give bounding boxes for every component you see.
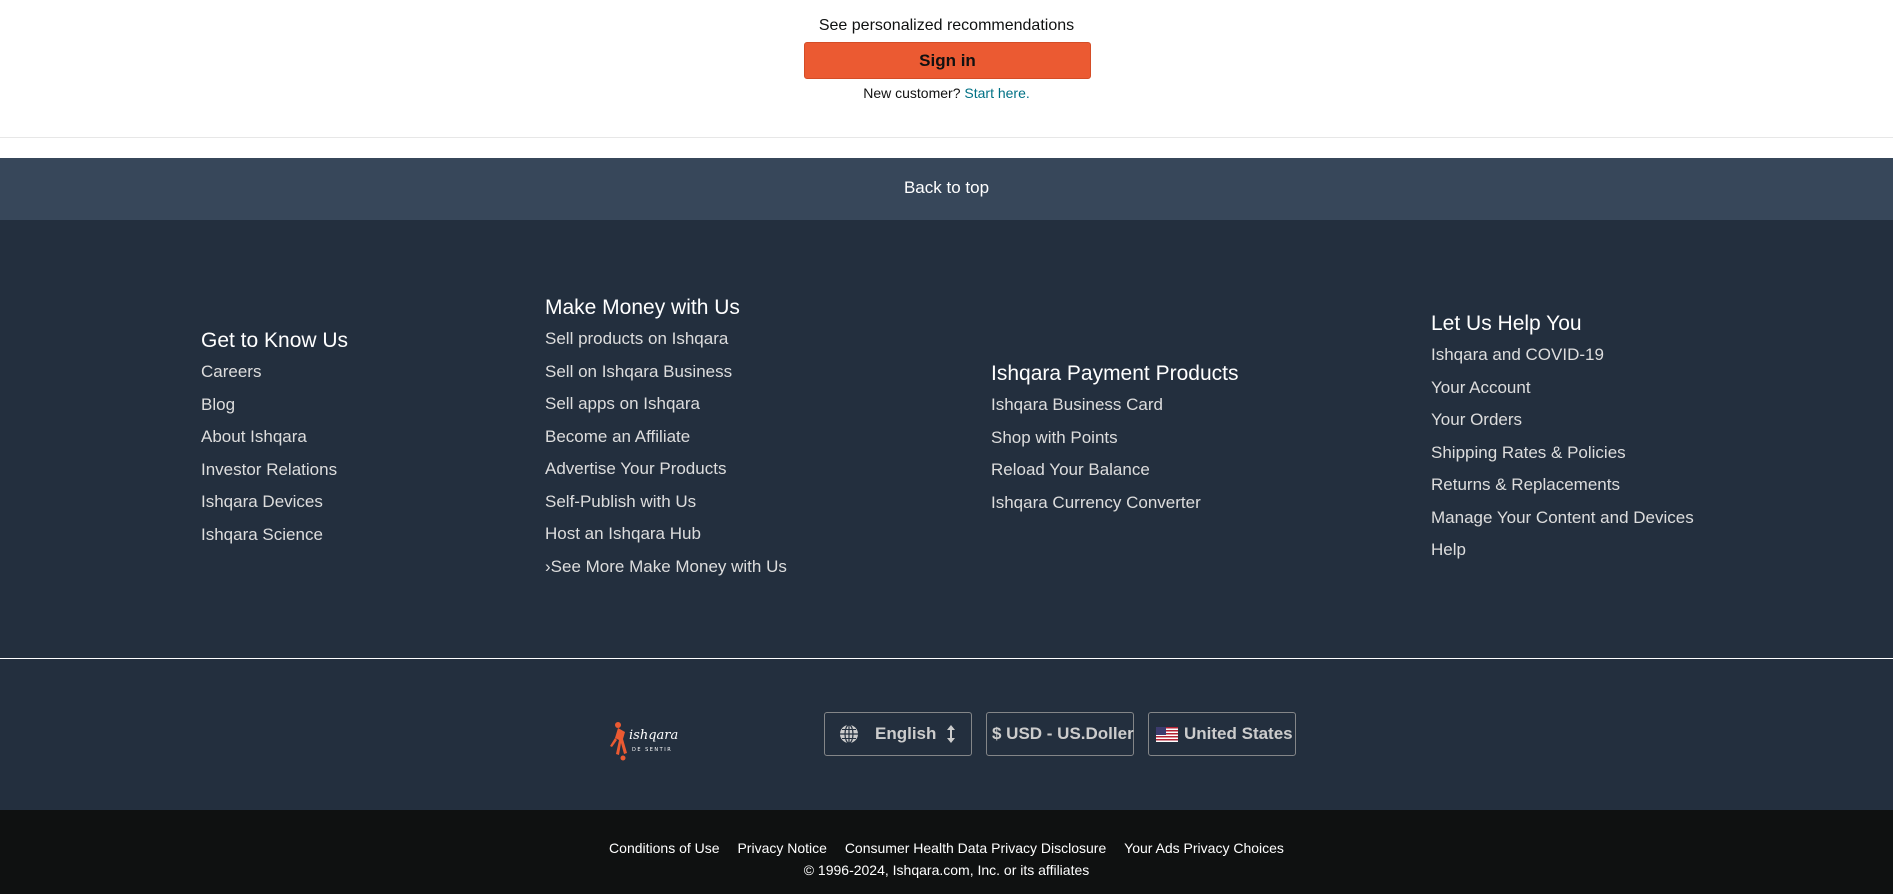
column-heading: Get to Know Us — [201, 329, 349, 352]
footer-link-self-publish[interactable]: Self-Publish with Us — [545, 492, 696, 511]
copyright-text: © 1996-2024, Ishqara.com, Inc. or its af… — [803, 862, 1090, 878]
currency-label: $ USD - US.Doller — [992, 724, 1134, 743]
column-heading: Ishqara Payment Products — [991, 362, 1239, 385]
footer-link-about[interactable]: About Ishqara — [201, 427, 307, 446]
consumer-health-privacy-link[interactable]: Consumer Health Data Privacy Disclosure — [845, 840, 1106, 856]
us-flag-icon — [1156, 726, 1178, 742]
footer-nav: Get to Know Us Careers Blog About Ishqar… — [0, 220, 1893, 658]
footer-link-shipping-rates[interactable]: Shipping Rates & Policies — [1431, 443, 1626, 462]
start-here-link[interactable]: Start here. — [964, 85, 1029, 101]
back-to-top-button[interactable]: Back to top — [0, 158, 1893, 220]
up-down-arrows-icon — [946, 725, 956, 743]
footer-link-sell-products[interactable]: Sell products on Ishqara — [545, 329, 728, 348]
footer-link-your-account[interactable]: Your Account — [1431, 378, 1531, 397]
legal-links: Conditions of Use Privacy Notice Consume… — [0, 840, 1893, 856]
footer-link-sell-business[interactable]: Sell on Ishqara Business — [545, 362, 732, 381]
footer-link-science[interactable]: Ishqara Science — [201, 525, 323, 544]
sign-in-button[interactable]: Sign in — [804, 42, 1091, 79]
signin-section: See personalized recommendations Sign in… — [0, 0, 1893, 138]
currency-selector[interactable]: $ USD - US.Doller — [986, 712, 1134, 756]
footer-link-host-hub[interactable]: Host an Ishqara Hub — [545, 524, 701, 543]
footer-link-business-card[interactable]: Ishqara Business Card — [991, 395, 1163, 414]
ads-privacy-choices-link[interactable]: Your Ads Privacy Choices — [1124, 840, 1284, 856]
footer-link-returns[interactable]: Returns & Replacements — [1431, 475, 1620, 494]
logo-tagline: DE SENTIR — [632, 747, 672, 753]
column-heading: Make Money with Us — [545, 296, 740, 319]
ishqara-logo[interactable]: ishqara DE SENTIR — [610, 718, 690, 768]
footer-link-investor-relations[interactable]: Investor Relations — [201, 460, 337, 479]
language-selector[interactable]: English — [824, 712, 972, 756]
footer-column-make-money: Make Money with Us Sell products on Ishq… — [545, 296, 787, 589]
footer-link-manage-content[interactable]: Manage Your Content and Devices — [1431, 508, 1694, 527]
footer-link-currency-converter[interactable]: Ishqara Currency Converter — [991, 493, 1201, 512]
footer-column-help: Let Us Help You Ishqara and COVID-19 You… — [1431, 312, 1694, 573]
conditions-of-use-link[interactable]: Conditions of Use — [609, 840, 720, 856]
new-customer-text: New customer? — [863, 85, 961, 101]
country-selector[interactable]: United States — [1148, 712, 1296, 756]
signin-prompt: See personalized recommendations — [818, 17, 1075, 34]
footer-link-see-more[interactable]: ›See More Make Money with Us — [545, 557, 787, 576]
country-label: United States — [1184, 724, 1293, 743]
footer-locale-bar: ishqara DE SENTIR English $ USD - US.Dol… — [0, 659, 1893, 810]
new-customer-line: New customer? Start here. — [0, 85, 1893, 101]
footer-link-affiliate[interactable]: Become an Affiliate — [545, 427, 690, 446]
privacy-notice-link[interactable]: Privacy Notice — [737, 840, 826, 856]
footer-link-careers[interactable]: Careers — [201, 362, 261, 381]
footer-link-help[interactable]: Help — [1431, 540, 1466, 559]
globe-icon — [839, 724, 859, 744]
footer-link-blog[interactable]: Blog — [201, 395, 235, 414]
legal-bar: Conditions of Use Privacy Notice Consume… — [0, 810, 1893, 894]
footer-column-payment-products: Ishqara Payment Products Ishqara Busines… — [991, 362, 1238, 525]
footer-link-shop-with-points[interactable]: Shop with Points — [991, 428, 1118, 447]
footer-link-devices[interactable]: Ishqara Devices — [201, 492, 323, 511]
footer-link-reload-balance[interactable]: Reload Your Balance — [991, 460, 1150, 479]
footer-link-covid[interactable]: Ishqara and COVID-19 — [1431, 345, 1604, 364]
footer-link-your-orders[interactable]: Your Orders — [1431, 410, 1522, 429]
column-heading: Let Us Help You — [1431, 312, 1582, 335]
footer-link-sell-apps[interactable]: Sell apps on Ishqara — [545, 394, 700, 413]
footer-column-get-to-know-us: Get to Know Us Careers Blog About Ishqar… — [201, 329, 348, 557]
language-label: English — [875, 724, 937, 743]
logo-wordmark: ishqara — [629, 728, 678, 743]
footer-link-advertise[interactable]: Advertise Your Products — [545, 459, 726, 478]
